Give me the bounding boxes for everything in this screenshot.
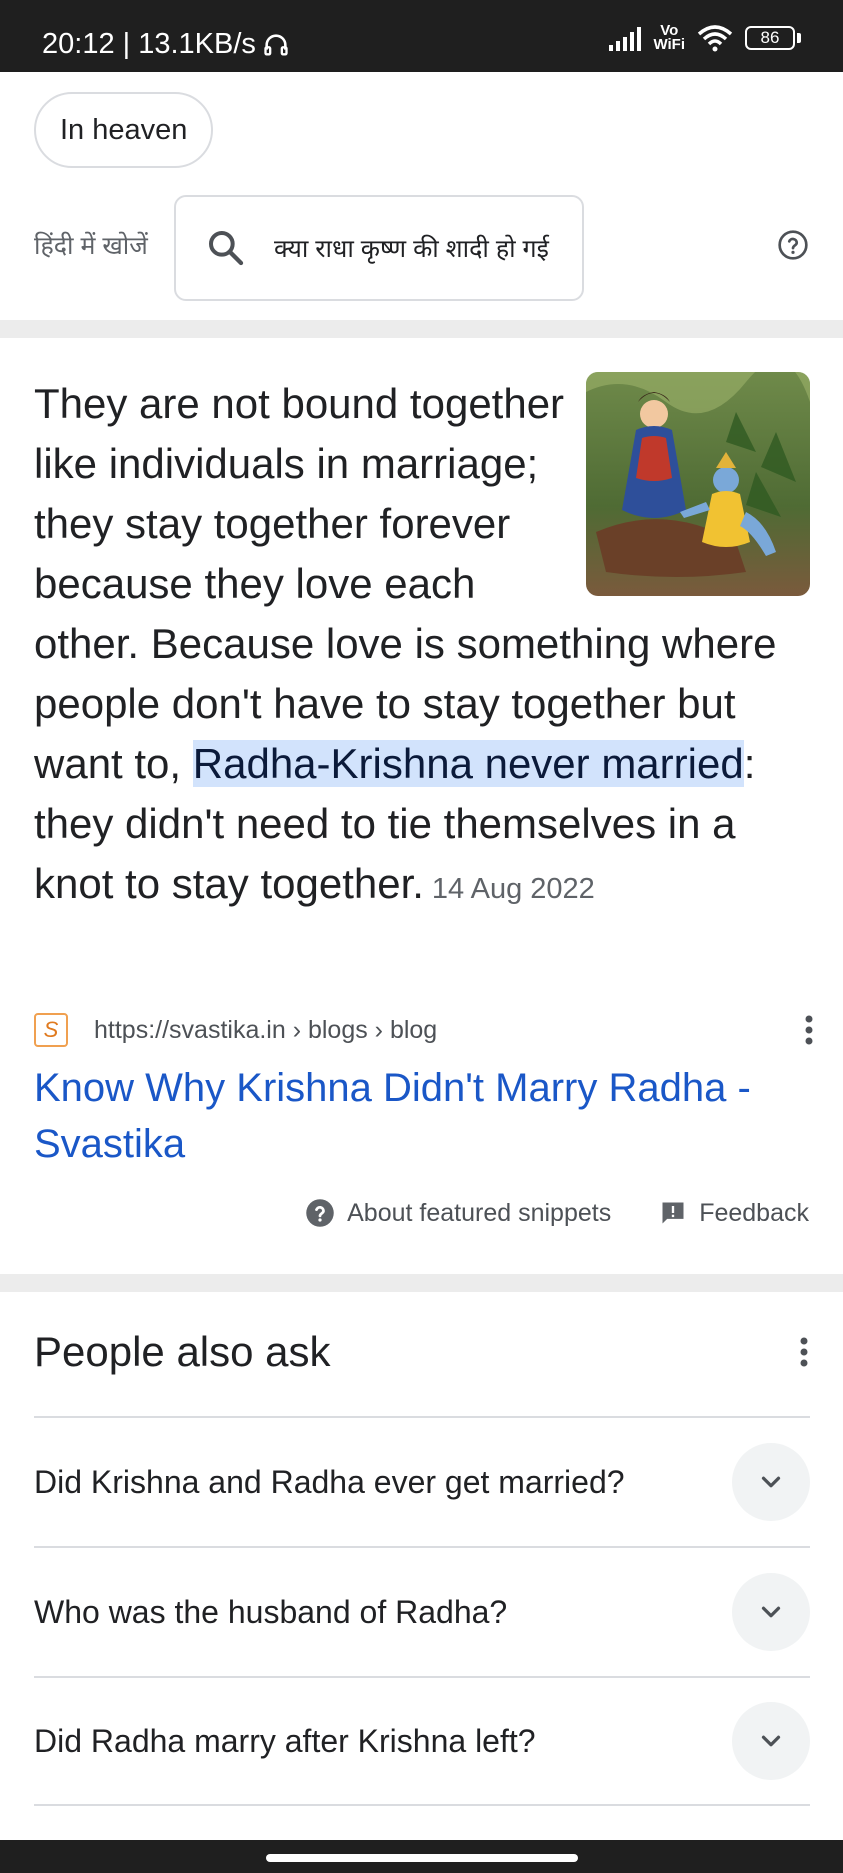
expand-button[interactable] [732,1702,810,1780]
expand-button[interactable] [732,1443,810,1521]
battery-icon: 86 [745,26,801,50]
paa-list: Did Krishna and Radha ever get married? … [34,1416,810,1806]
chevron-down-icon [761,1735,781,1747]
snippet-highlight: Radha-Krishna never married [192,740,744,787]
paa-question-text: Did Krishna and Radha ever get married? [34,1463,625,1500]
site-favicon: S [34,1013,68,1047]
hindi-search-box[interactable]: क्या राधा कृष्ण की शादी हो गई [174,195,584,301]
paa-question-text: Did Radha marry after Krishna left? [34,1722,536,1759]
hindi-search-query: क्या राधा कृष्ण की शादी हो गई [274,235,549,263]
paa-question[interactable]: Did Krishna and Radha ever get married? [34,1416,810,1546]
expand-button[interactable] [732,1573,810,1651]
section-divider [0,320,843,338]
wifi-icon [697,25,733,52]
filter-chip-bar: In heaven [0,72,843,184]
paa-question-text: Who was the husband of Radha? [34,1593,508,1630]
about-label: About featured snippets [347,1198,612,1227]
result-title-link[interactable]: Know Why Krishna Didn't Marry Radha - Sv… [34,1060,824,1172]
status-left: 20:12 | 13.1KB/s [42,28,290,61]
feedback-button[interactable]: Feedback [659,1199,809,1228]
more-vert-icon[interactable] [804,1014,814,1046]
vowifi-indicator: Vo WiFi [653,22,685,53]
source-url: https://svastika.in › blogs › blog [94,1015,438,1044]
feedback-icon [662,1202,684,1224]
status-right: Vo WiFi 86 [609,22,801,53]
home-gesture-handle[interactable] [266,1854,578,1862]
about-featured-snippets-button[interactable]: About featured snippets [305,1198,611,1228]
status-bar: 20:12 | 13.1KB/s Vo WiFi 86 [0,0,843,72]
snippet-footer: About featured snippets Feedback [305,1198,809,1228]
featured-snippet: They are not bound together like individ… [0,338,843,1274]
status-time-speed: 20:12 | 13.1KB/s [42,28,256,60]
snippet-text: They are not bound together like individ… [34,374,820,919]
paa-question[interactable]: Did Radha marry after Krishna left? [34,1676,810,1806]
paa-title: People also ask [34,1328,331,1375]
chip-in-heaven[interactable]: In heaven [34,92,214,168]
headphones-icon [264,33,288,55]
system-nav-bar [0,1840,843,1873]
hindi-search-label: हिंदी में खोजें [34,232,148,260]
snippet-source-row[interactable]: S https://svastika.in › blogs › blog [34,1010,814,1050]
feedback-label: Feedback [699,1198,809,1227]
section-divider [0,1274,843,1292]
people-also-ask: People also ask Did Krishna and Radha ev… [0,1292,843,1840]
signal-icon [609,25,642,51]
help-circle-icon[interactable] [777,229,809,261]
more-vert-icon[interactable] [799,1336,809,1368]
question-circle-icon [306,1199,334,1227]
snippet-date: 14 Aug 2022 [431,873,595,905]
hindi-search-row: हिंदी में खोजें क्या राधा कृष्ण की शादी … [0,184,843,320]
chevron-down-icon [761,1476,781,1488]
paa-question[interactable]: Who was the husband of Radha? [34,1546,810,1676]
search-icon [209,231,244,266]
battery-level: 86 [745,26,795,50]
chevron-down-icon [761,1606,781,1618]
